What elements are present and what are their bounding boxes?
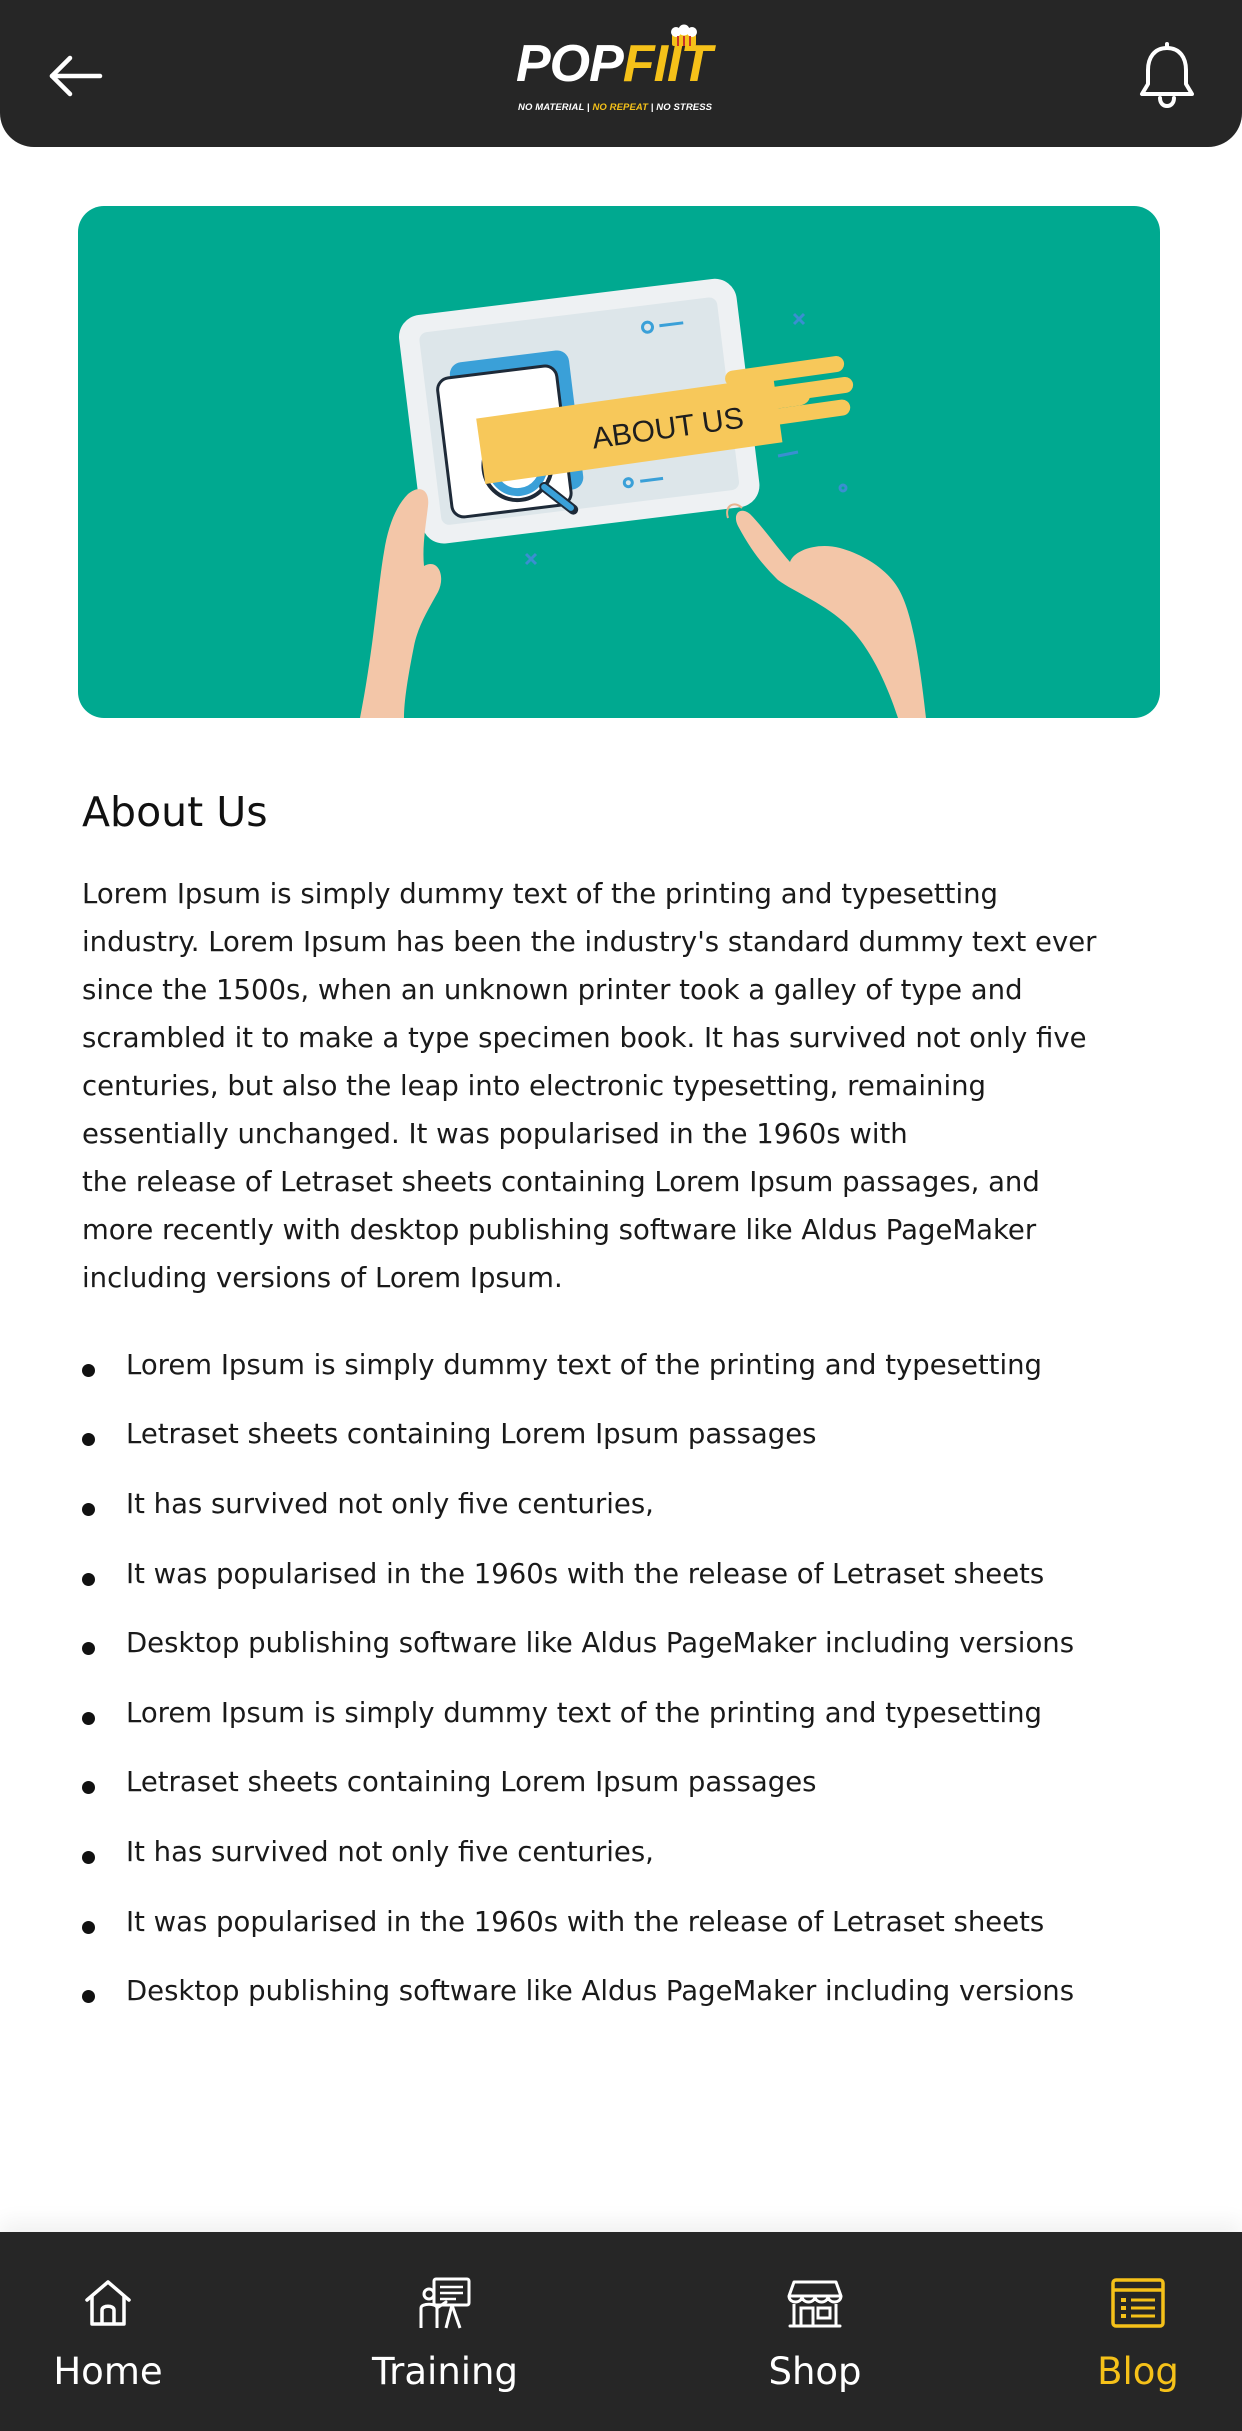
- popfiit-logo[interactable]: POPFIIT NO MATERIAL | NO REPEAT | NO STR…: [516, 24, 728, 116]
- list-item: Letraset sheets containing Lorem Ipsum p…: [82, 1400, 1202, 1470]
- paragraph-line: more recently with desktop publishing so…: [82, 1214, 1037, 1246]
- bullet-dot: [82, 1433, 95, 1447]
- paragraph-line: industry. Lorem Ipsum has been the indus…: [82, 926, 1097, 958]
- paragraph-line: scrambled it to make a type specimen boo…: [82, 1022, 1087, 1054]
- paragraph-line: essentially unchanged. It was popularise…: [82, 1118, 908, 1150]
- nav-home[interactable]: Home: [0, 2232, 228, 2431]
- nav-training[interactable]: Training: [325, 2232, 565, 2431]
- about-paragraph: Lorem Ipsum is simply dummy text of the …: [82, 870, 1182, 1302]
- nav-shop-label: Shop: [768, 2350, 862, 2393]
- list-item: Letraset sheets containing Lorem Ipsum p…: [82, 1748, 1202, 1818]
- page-title: About Us: [82, 788, 268, 836]
- training-icon: [419, 2277, 471, 2329]
- popcorn-icon: [671, 24, 697, 46]
- paragraph-line: the release of Letraset sheets containin…: [82, 1166, 1040, 1198]
- arrow-left-icon: [49, 55, 103, 97]
- hero-illustration: ABOUT US: [360, 278, 926, 718]
- bullet-dot: [82, 1642, 95, 1656]
- nav-training-label: Training: [372, 2350, 518, 2393]
- bullet-dot: [82, 1920, 95, 1934]
- blog-icon: [1111, 2278, 1165, 2328]
- bullet-dot: [82, 1711, 95, 1725]
- logo-tagline: NO MATERIAL | NO REPEAT | NO STRESS: [518, 102, 713, 113]
- bullet-dot: [82, 1990, 95, 2004]
- bell-icon: [1140, 42, 1194, 109]
- list-item: Desktop publishing software like Aldus P…: [82, 1956, 1202, 2026]
- nav-shop[interactable]: Shop: [695, 2232, 935, 2431]
- list-item: It has survived not only five centuries,: [82, 1817, 1202, 1887]
- bullet-list: Lorem Ipsum is simply dummy text of the …: [82, 1330, 1202, 2026]
- bullet-dot: [82, 1502, 95, 1516]
- about-us-hero-image: ABOUT US: [78, 206, 1160, 718]
- shop-icon: [787, 2280, 843, 2328]
- nav-blog-label: Blog: [1097, 2350, 1179, 2393]
- list-item: It has survived not only five centuries,: [82, 1469, 1202, 1539]
- app-header: POPFIIT NO MATERIAL | NO REPEAT | NO STR…: [0, 0, 1242, 147]
- paragraph-line: Lorem Ipsum is simply dummy text of the …: [82, 878, 998, 910]
- nav-home-label: Home: [53, 2350, 163, 2393]
- bullet-dot: [82, 1850, 95, 1864]
- paragraph-line: centuries, but also the leap into electr…: [82, 1070, 986, 1102]
- bullet-dot: [82, 1572, 95, 1586]
- list-item: It was popularised in the 1960s with the…: [82, 1539, 1202, 1609]
- paragraph-line: including versions of Lorem Ipsum.: [82, 1262, 563, 1294]
- list-item: Desktop publishing software like Aldus P…: [82, 1608, 1202, 1678]
- bottom-navigation: Home Training Shop Blog: [0, 2232, 1242, 2431]
- bullet-dot: [82, 1363, 95, 1377]
- list-item: Lorem Ipsum is simply dummy text of the …: [82, 1678, 1202, 1748]
- list-item: It was popularised in the 1960s with the…: [82, 1887, 1202, 1957]
- paragraph-line: since the 1500s, when an unknown printer…: [82, 974, 1023, 1006]
- back-button[interactable]: [44, 44, 108, 108]
- bullet-dot: [82, 1781, 95, 1795]
- nav-blog[interactable]: Blog: [1018, 2232, 1242, 2431]
- notifications-button[interactable]: [1136, 42, 1198, 110]
- home-icon: [85, 2280, 131, 2326]
- list-item: Lorem Ipsum is simply dummy text of the …: [82, 1330, 1202, 1400]
